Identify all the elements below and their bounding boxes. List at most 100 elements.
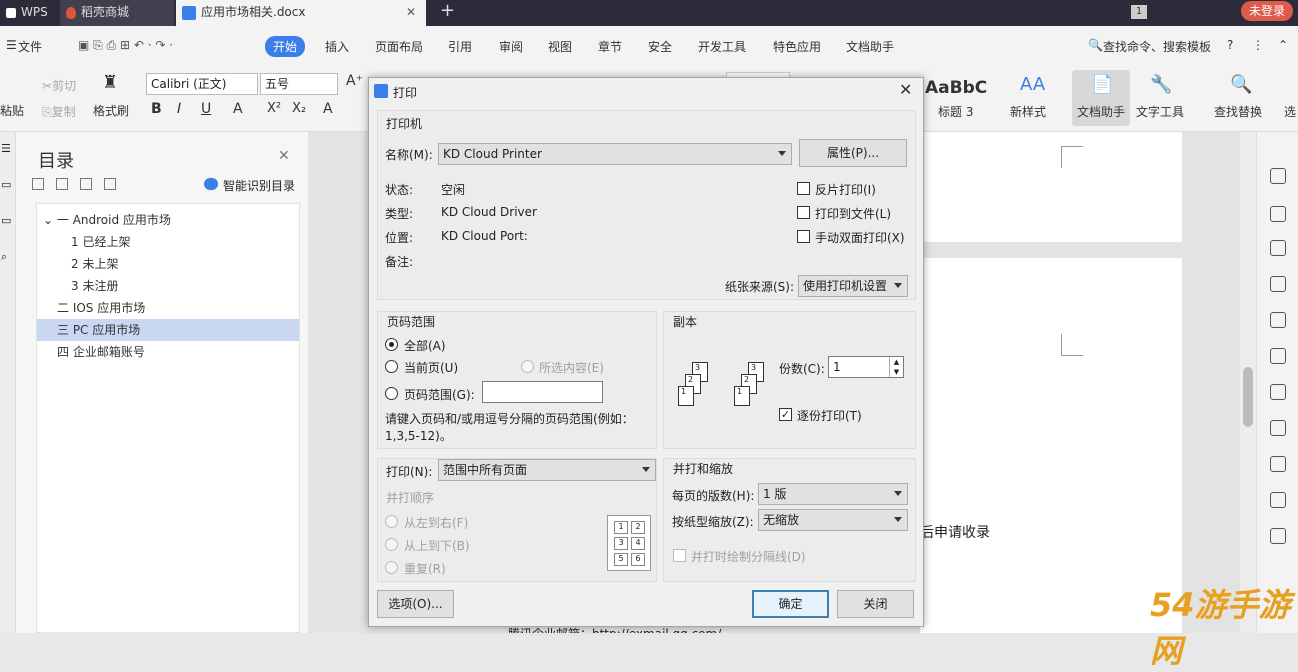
translate-icon[interactable] — [1270, 420, 1286, 436]
range-current-radio[interactable] — [385, 360, 398, 373]
tab-document[interactable]: 应用市场相关.docx ✕ — [176, 0, 426, 26]
order-tb-radio[interactable] — [385, 538, 398, 551]
copy-button[interactable]: ⎘复制 — [42, 103, 76, 120]
remove-heading-icon[interactable] — [104, 178, 116, 190]
draw-lines-checkbox[interactable] — [673, 549, 686, 562]
collapse-ribbon-icon[interactable]: ⌃ — [1278, 38, 1288, 52]
spinner-arrows-icon[interactable]: ▲ ▼ — [889, 357, 903, 377]
collapse-all-icon[interactable] — [56, 178, 68, 190]
italic-icon[interactable]: I — [177, 101, 181, 117]
login-button[interactable]: 未登录 — [1241, 1, 1293, 21]
order-repeat-radio[interactable] — [385, 561, 398, 574]
toc-item-pc[interactable]: 三 PC 应用市场 — [37, 319, 299, 341]
menu-file[interactable]: 文件 — [18, 38, 42, 55]
menu-security[interactable]: 安全 — [648, 38, 672, 55]
options-button[interactable]: 选项(O)... — [377, 590, 454, 618]
reverse-print-checkbox[interactable] — [797, 182, 810, 195]
subscript-icon[interactable]: X₂ — [292, 101, 306, 116]
print-to-file-checkbox[interactable] — [797, 206, 810, 219]
tab-daoke-store[interactable]: 稻壳商城 — [60, 0, 174, 26]
search-nav-icon[interactable]: ⌕ — [1, 250, 7, 264]
toc-item-android[interactable]: ⌄ 一 Android 应用市场 — [37, 209, 299, 231]
manual-duplex-checkbox[interactable] — [797, 230, 810, 243]
print-what-select[interactable]: 范围中所有页面 — [438, 459, 656, 481]
tab-wps[interactable]: WPS — [0, 0, 58, 26]
range-selection-radio[interactable] — [521, 360, 534, 373]
printer-name-select[interactable]: KD Cloud Printer — [438, 143, 792, 165]
pages-per-sheet-select[interactable]: 1 版 — [758, 483, 908, 505]
scale-select[interactable]: 无缩放 — [758, 509, 908, 531]
help-icon[interactable]: ? — [1227, 38, 1233, 52]
find-replace-button[interactable]: 查找替换 — [1214, 103, 1262, 120]
add-heading-icon[interactable] — [80, 178, 92, 190]
superscript-icon[interactable]: X² — [267, 101, 281, 116]
menu-layout[interactable]: 页面布局 — [375, 38, 423, 55]
font-color-icon[interactable]: A — [323, 101, 333, 117]
close-icon[interactable]: ✕ — [899, 80, 912, 99]
paper-source-select[interactable]: 使用打印机设置 — [798, 275, 908, 297]
smart-toc-button[interactable]: 智能识别目录 — [223, 177, 295, 194]
paste-button[interactable]: 粘贴 — [0, 102, 24, 119]
collate-checkbox[interactable]: ✓ — [779, 408, 792, 421]
picture-icon[interactable] — [1270, 492, 1286, 508]
page-nav-icon[interactable]: ▭ — [1, 214, 11, 227]
grow-font-icon[interactable]: A⁺ — [346, 73, 363, 89]
bold-icon[interactable]: B — [151, 101, 162, 117]
quick-access-icons[interactable]: ▣ ⎘ ⎙ ⊞ ↶ · ↷ · — [78, 38, 173, 53]
search-icon[interactable]: 🔍 — [1088, 38, 1103, 52]
properties-button[interactable]: 属性(P)... — [799, 139, 907, 167]
range-pages-radio[interactable] — [385, 387, 398, 400]
menu-dev-tools[interactable]: 开发工具 — [698, 38, 746, 55]
text-tools-button[interactable]: 文字工具 — [1136, 103, 1184, 120]
underline-icon[interactable]: U — [201, 101, 211, 117]
box-icon[interactable] — [1270, 456, 1286, 472]
command-search[interactable]: 查找命令、搜索模板 — [1103, 38, 1211, 55]
menu-start[interactable]: 开始 — [265, 36, 306, 57]
bookmark-nav-icon[interactable]: ▭ — [1, 178, 11, 191]
menu-review[interactable]: 审阅 — [499, 38, 523, 55]
toc-item-unlisted[interactable]: 2 未上架 — [37, 253, 299, 275]
shapes-icon[interactable] — [1270, 240, 1286, 256]
menu-insert[interactable]: 插入 — [325, 38, 349, 55]
vertical-scrollbar[interactable] — [1240, 132, 1256, 633]
toc-item-listed[interactable]: 1 已经上架 — [37, 231, 299, 253]
hamburger-icon[interactable]: ☰ — [6, 38, 17, 52]
menu-view[interactable]: 视图 — [548, 38, 572, 55]
image-search-icon[interactable] — [1270, 312, 1286, 328]
pen-icon[interactable] — [1270, 168, 1286, 184]
copy-doc-icon[interactable] — [1270, 528, 1286, 544]
menu-references[interactable]: 引用 — [448, 38, 472, 55]
font-size-select[interactable]: 五号 — [260, 73, 338, 95]
doc-assistant-button[interactable]: 文档助手 — [1077, 103, 1125, 120]
close-button[interactable]: 关闭 — [837, 590, 914, 618]
font-family-select[interactable]: Calibri (正文) — [146, 73, 258, 95]
ok-button[interactable]: 确定 — [752, 590, 829, 618]
scrollbar-thumb[interactable] — [1243, 367, 1253, 427]
range-all-radio[interactable] — [385, 338, 398, 351]
heading3-style-sample[interactable]: AaBbC — [925, 78, 987, 98]
settings-sliders-icon[interactable] — [1270, 276, 1286, 292]
menu-chapter[interactable]: 章节 — [598, 38, 622, 55]
order-lr-radio[interactable] — [385, 515, 398, 528]
format-painter-button[interactable]: 格式刷 — [93, 102, 129, 119]
new-tab-button[interactable]: + — [440, 0, 455, 21]
cut-button[interactable]: ✂剪切 — [42, 77, 76, 94]
menu-doc-assistant[interactable]: 文档助手 — [846, 38, 894, 55]
copies-spinner[interactable]: 1 ▲ ▼ — [828, 356, 904, 378]
toc-nav-icon[interactable]: ☰ — [1, 142, 11, 155]
expand-all-icon[interactable] — [32, 178, 44, 190]
strikethrough-icon[interactable]: A — [233, 101, 243, 117]
more-icon[interactable]: ⋮ — [1252, 38, 1264, 52]
star-icon[interactable] — [1270, 348, 1286, 364]
close-icon[interactable]: ✕ — [406, 0, 416, 24]
new-style-button[interactable]: 新样式 — [1010, 103, 1046, 120]
page-range-input[interactable] — [482, 381, 603, 403]
menu-special-apps[interactable]: 特色应用 — [773, 38, 821, 55]
close-icon[interactable]: ✕ — [278, 148, 290, 164]
share-icon[interactable] — [1270, 384, 1286, 400]
cursor-icon[interactable] — [1270, 206, 1286, 222]
toc-item-enterprise-mail[interactable]: 四 企业邮箱账号 — [37, 341, 299, 363]
select-button[interactable]: 选 — [1284, 103, 1296, 120]
toc-item-ios[interactable]: 二 IOS 应用市场 — [37, 297, 299, 319]
toc-item-unregistered[interactable]: 3 未注册 — [37, 275, 299, 297]
